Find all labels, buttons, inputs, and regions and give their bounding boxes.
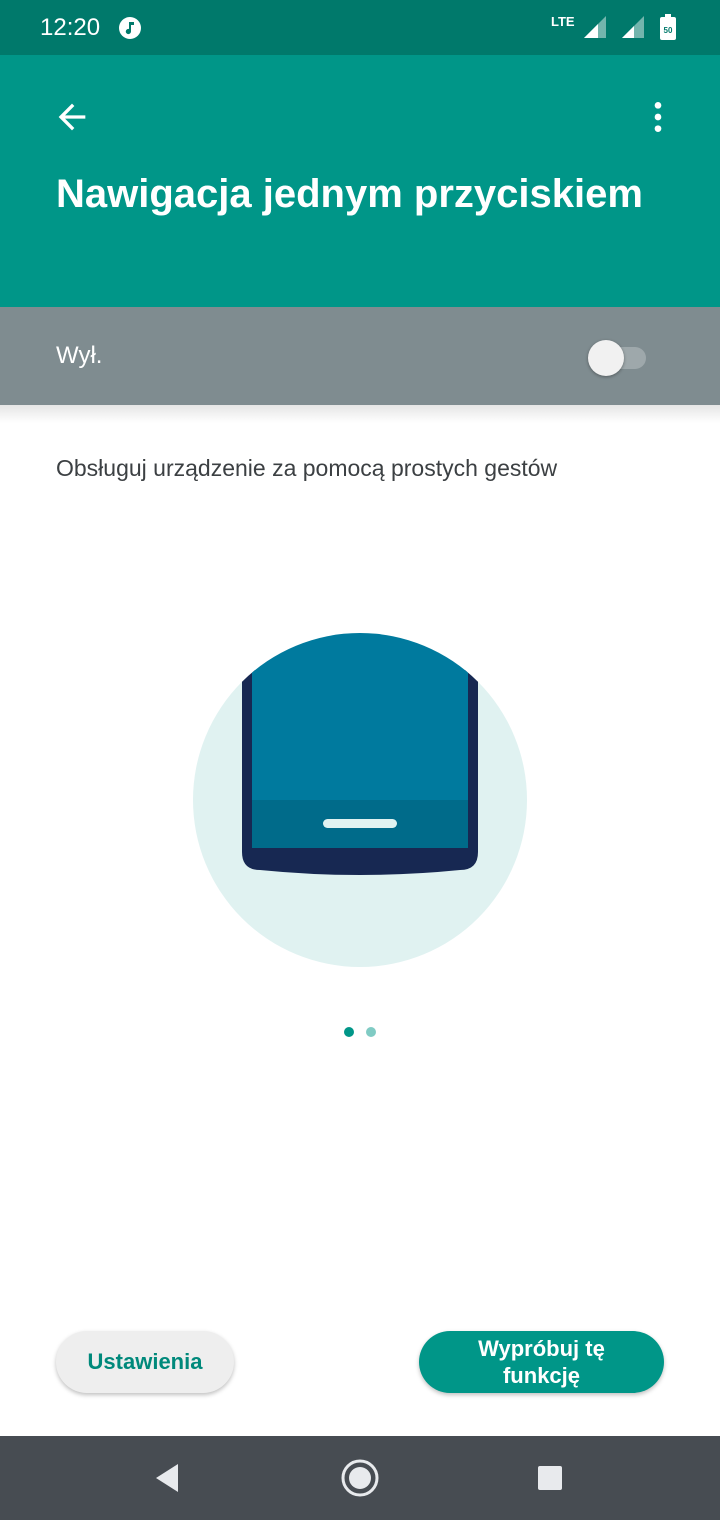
nav-recents-icon[interactable]	[530, 1458, 570, 1498]
nav-home-icon[interactable]	[340, 1458, 380, 1498]
switch-state-label: Wył.	[56, 342, 103, 369]
page-indicator	[340, 1025, 380, 1039]
master-switch-bar[interactable]: Wył.	[0, 307, 720, 405]
try-feature-button[interactable]: Wypróbuj tę funkcję	[419, 1331, 664, 1393]
phone-illustration	[242, 633, 478, 875]
page-dot-inactive	[366, 1027, 376, 1037]
status-bar: 12:20 LTE 50	[0, 0, 720, 55]
more-vert-icon[interactable]	[638, 97, 678, 137]
nav-back-icon[interactable]	[148, 1458, 188, 1498]
app-bar: Nawigacja jednym przyciskiem	[0, 55, 720, 307]
settings-button[interactable]: Ustawienia	[56, 1331, 234, 1393]
gesture-illustration	[193, 633, 527, 967]
music-icon	[119, 17, 141, 39]
battery-level: 50	[664, 26, 673, 35]
toggle-thumb[interactable]	[588, 340, 624, 376]
signal-icon	[622, 16, 644, 38]
divider-shadow	[0, 405, 720, 423]
page-title: Nawigacja jednym przyciskiem	[56, 172, 643, 216]
arrow-back-icon[interactable]	[52, 97, 92, 137]
page-dot-active	[344, 1027, 354, 1037]
status-time: 12:20	[40, 14, 101, 41]
system-nav-bar	[0, 1436, 720, 1520]
signal-icon	[584, 16, 606, 38]
battery-icon: 50	[660, 14, 676, 40]
feature-description: Obsługuj urządzenie za pomocą prostych g…	[56, 455, 558, 481]
home-pill-illustration	[323, 819, 397, 828]
network-type-label: LTE	[551, 14, 575, 29]
